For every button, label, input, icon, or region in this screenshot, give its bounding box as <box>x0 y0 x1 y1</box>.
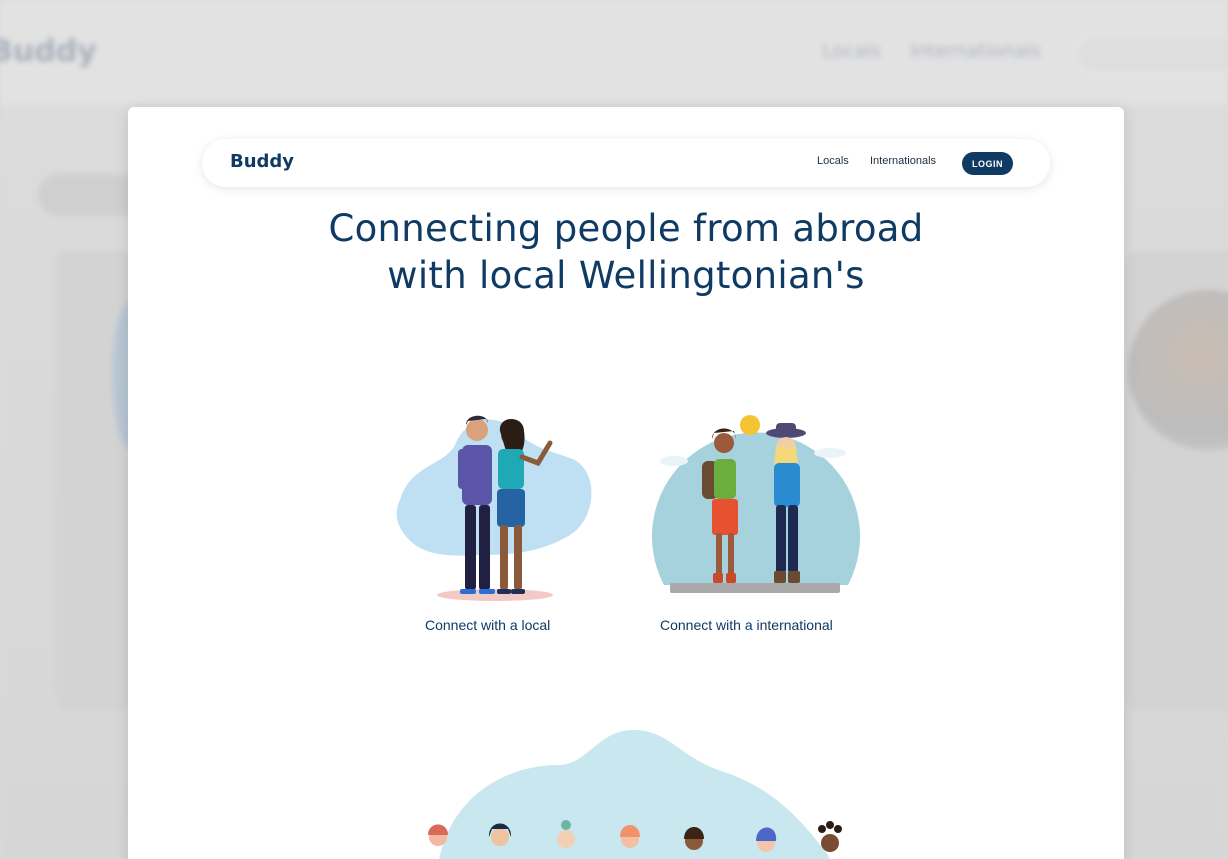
nav-link-locals[interactable]: Locals <box>817 155 849 167</box>
travellers-illustration[interactable] <box>648 405 863 597</box>
navbar: Buddy Locals Internationals LOGIN <box>202 139 1050 187</box>
modal-page: Buddy Locals Internationals LOGIN Connec… <box>128 107 1124 859</box>
background-logo: Buddy <box>0 34 97 69</box>
hero-title: Connecting people from abroad with local… <box>128 205 1124 299</box>
background-login <box>1075 34 1228 74</box>
couple-illustration[interactable] <box>390 405 600 605</box>
background-topbar <box>0 0 1228 105</box>
group-illustration <box>428 730 842 859</box>
login-button[interactable]: LOGIN <box>962 152 1013 175</box>
background-link-locals: Locals <box>822 40 882 62</box>
hero-line-1: Connecting people from abroad <box>328 207 924 250</box>
hero-line-2: with local Wellingtonian's <box>387 254 865 297</box>
connect-international-link[interactable]: Connect with a international <box>660 617 833 633</box>
nav-link-internationals[interactable]: Internationals <box>870 155 936 167</box>
brand-logo[interactable]: Buddy <box>230 151 294 172</box>
connect-local-link[interactable]: Connect with a local <box>425 617 550 633</box>
background-link-internationals: Internationals <box>910 40 1042 62</box>
